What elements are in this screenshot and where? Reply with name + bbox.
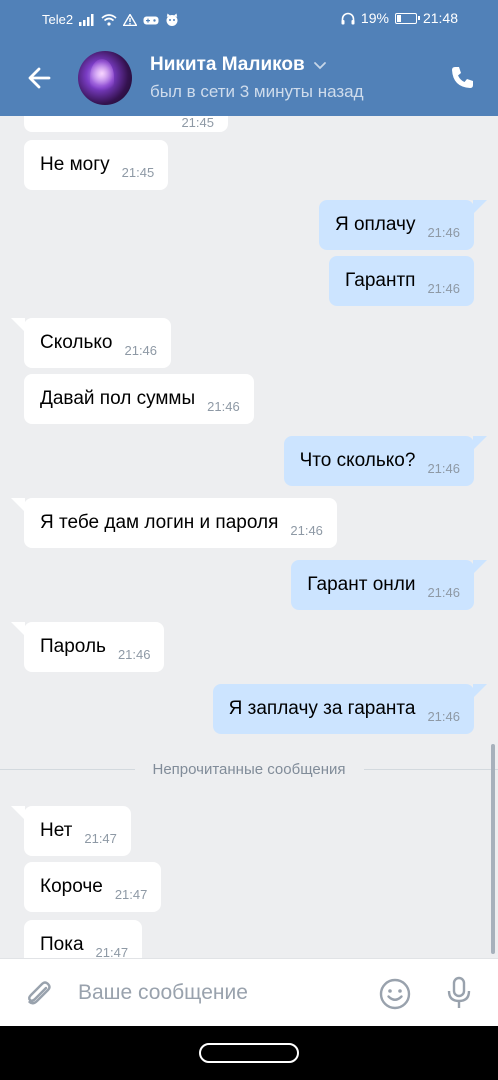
battery-percent: 19% [360, 10, 389, 26]
message-composer [0, 958, 498, 1026]
incoming-message[interactable]: Я тебе дам логин и пароля 21:46 [11, 498, 337, 548]
message-text: Сколько [40, 332, 113, 353]
chevron-down-icon [313, 62, 326, 70]
phone-icon [452, 67, 473, 88]
incoming-message[interactable]: Пароль 21:46 [10, 622, 165, 672]
message-text: Пароль [40, 636, 106, 657]
emoji-icon [379, 978, 411, 1010]
message-time: 21:46 [427, 460, 460, 476]
incoming-message[interactable]: Пока 21:47 [24, 920, 143, 959]
message-time: 21:46 [124, 342, 158, 358]
back-arrow-icon [28, 67, 51, 89]
contact-name: Никита Маликов [150, 54, 305, 75]
message-time: 21:46 [290, 522, 323, 538]
divider [0, 768, 135, 770]
headphones-icon [341, 12, 355, 24]
message-text: Гарантп [345, 270, 416, 291]
emoji-button[interactable] [378, 977, 412, 1011]
message-text: Я оплачу [334, 214, 416, 235]
attach-button[interactable] [22, 977, 56, 1011]
message-text: Нет [40, 820, 73, 841]
incoming-message[interactable]: Не могу 21:45 [24, 140, 169, 190]
message-time: 21:46 [207, 398, 240, 414]
message-time: 21:47 [84, 830, 117, 846]
call-button[interactable] [444, 60, 480, 96]
back-button[interactable] [22, 60, 58, 96]
incoming-message[interactable]: Сколько 21:46 [10, 318, 172, 368]
unread-separator: Непрочитанные сообщения [0, 756, 498, 782]
message-text: Давай пол суммы [40, 388, 196, 409]
message-text: Короче [40, 876, 103, 897]
microphone-icon [447, 976, 471, 1008]
cat-icon [166, 13, 178, 26]
message-time: 21:46 [427, 584, 460, 600]
outgoing-message[interactable]: Гарантп 21:46 [329, 256, 474, 306]
message-time: 21:45 [121, 164, 155, 180]
outgoing-message[interactable]: Я заплачу за гаранта 21:46 [212, 684, 488, 734]
signal-icon [79, 13, 94, 26]
message-list[interactable]: 21:45 Не могу 21:45 Я оплачу 21:46 Гарантп 21… [0, 116, 498, 958]
chat-header: Никита Маликов был в сети 3 минуты назад [0, 40, 498, 116]
paperclip-icon [28, 981, 51, 1005]
message-input[interactable] [78, 973, 358, 1013]
message-text: Не могу [40, 154, 110, 175]
outgoing-message[interactable]: Я оплачу 21:46 [318, 200, 488, 250]
message-time: 21:45 [181, 116, 214, 130]
message-text: Я заплачу за гаранта [228, 698, 416, 719]
status-bar: Tele2 19% 21:48 [0, 0, 498, 40]
warning-icon [123, 13, 138, 26]
voice-message-button[interactable] [442, 975, 476, 1011]
message-time: 21:46 [427, 708, 460, 724]
message-text: Гарант онли [307, 574, 416, 595]
contact-name-button[interactable]: Никита Маликов [150, 54, 327, 76]
clock: 21:48 [422, 10, 458, 26]
message-time: 21:47 [95, 944, 129, 959]
last-seen-status: был в сети 3 минуты назад [150, 82, 364, 101]
game-icon [143, 16, 159, 24]
message-time: 21:46 [117, 646, 151, 662]
home-gesture-bar[interactable] [199, 1043, 299, 1063]
system-nav-bar [0, 1026, 498, 1080]
message-text: Что сколько? [299, 450, 416, 471]
battery-icon [394, 12, 420, 24]
message-time: 21:46 [427, 224, 460, 240]
message-bubble-partial[interactable]: 21:45 [24, 116, 228, 132]
message-time: 21:47 [114, 886, 148, 902]
message-text: Пока [40, 934, 84, 955]
scrollbar[interactable] [491, 744, 495, 954]
outgoing-message[interactable]: Гарант онли 21:46 [291, 560, 487, 610]
avatar[interactable] [78, 51, 132, 105]
incoming-message[interactable]: Короче 21:47 [24, 862, 162, 912]
divider [363, 768, 498, 770]
incoming-message[interactable]: Нет 21:47 [11, 806, 131, 856]
incoming-message[interactable]: Давай пол суммы 21:46 [24, 374, 254, 424]
wifi-icon [101, 13, 117, 26]
unread-label: Непрочитанные сообщения [152, 760, 346, 778]
outgoing-message[interactable]: Что сколько? 21:46 [283, 436, 488, 486]
message-time: 21:46 [427, 280, 460, 296]
carrier-label: Tele2 [42, 12, 74, 27]
message-text: Я тебе дам логин и пароля [40, 512, 279, 533]
